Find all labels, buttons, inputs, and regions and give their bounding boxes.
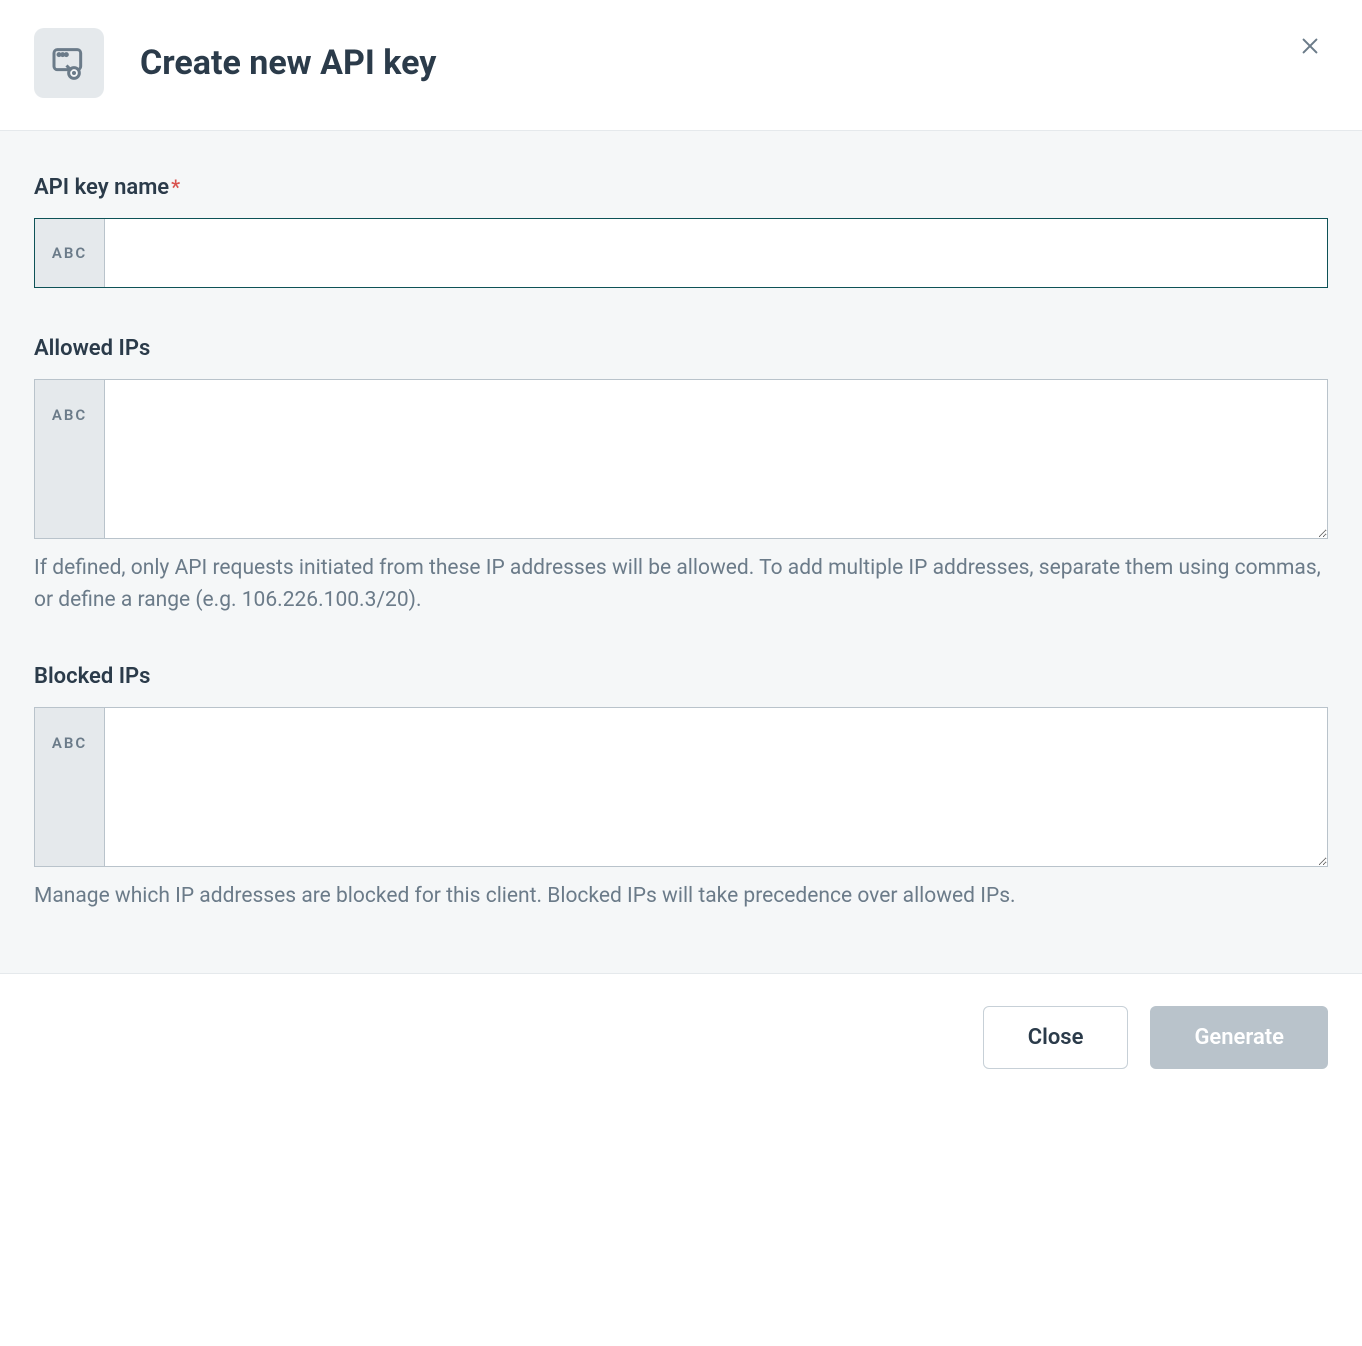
text-type-icon: ABC <box>35 380 105 538</box>
api-key-name-label: API key name* <box>34 175 1328 200</box>
blocked-ips-help: Manage which IP addresses are blocked fo… <box>34 881 1328 913</box>
required-indicator: * <box>171 175 180 199</box>
allowed-ips-input-wrap: ABC <box>34 379 1328 539</box>
close-icon <box>1299 35 1321 57</box>
api-key-name-group: API key name* ABC <box>34 175 1328 288</box>
blocked-ips-input[interactable] <box>105 708 1327 866</box>
modal-body: API key name* ABC Allowed IPs ABC If def… <box>0 130 1362 973</box>
blocked-ips-input-wrap: ABC <box>34 707 1328 867</box>
text-type-icon: ABC <box>35 708 105 866</box>
modal-header: Create new API key <box>0 0 1362 130</box>
text-type-icon: ABC <box>35 219 105 287</box>
blocked-ips-group: Blocked IPs ABC Manage which IP addresse… <box>34 664 1328 913</box>
close-icon-button[interactable] <box>1292 28 1328 64</box>
api-key-icon <box>34 28 104 98</box>
api-key-name-input[interactable] <box>105 219 1327 287</box>
modal-footer: Close Generate <box>0 973 1362 1079</box>
allowed-ips-group: Allowed IPs ABC If defined, only API req… <box>34 336 1328 616</box>
allowed-ips-help: If defined, only API requests initiated … <box>34 553 1328 616</box>
allowed-ips-label: Allowed IPs <box>34 336 1328 361</box>
api-key-name-label-text: API key name <box>34 175 169 200</box>
modal-title: Create new API key <box>140 43 436 83</box>
close-button[interactable]: Close <box>983 1006 1129 1069</box>
api-key-name-input-wrap: ABC <box>34 218 1328 288</box>
generate-button[interactable]: Generate <box>1150 1006 1328 1069</box>
blocked-ips-label: Blocked IPs <box>34 664 1328 689</box>
allowed-ips-input[interactable] <box>105 380 1327 538</box>
